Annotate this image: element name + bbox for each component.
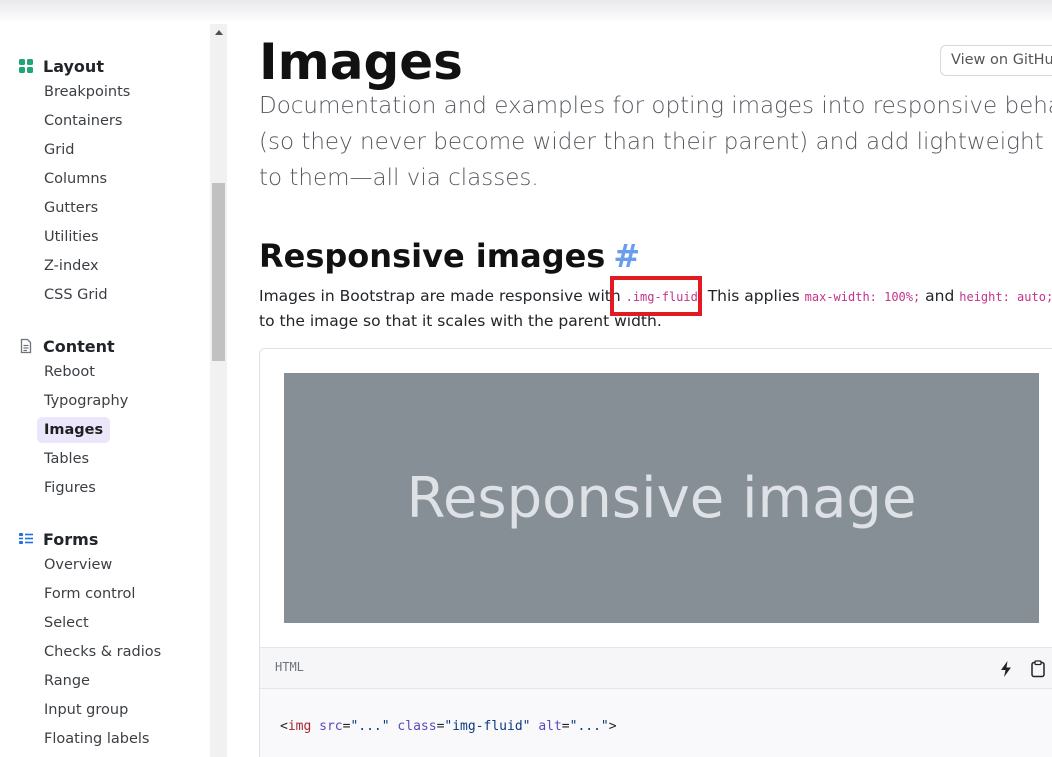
lead-line: (so they never become wider than their p… xyxy=(259,129,1052,155)
code-token-string: "..." xyxy=(350,719,390,734)
sidebar-group-title: Forms xyxy=(43,529,99,549)
sidebar-item-form-control[interactable]: Form control xyxy=(37,581,142,607)
code-toolbar: HTML xyxy=(260,647,1052,689)
sidebar-group-header[interactable]: Layout xyxy=(18,54,104,78)
sidebar-item-images[interactable]: Images xyxy=(37,417,111,443)
list-check-icon xyxy=(18,531,34,547)
example-panel: Responsive image HTML <img src="..." cla… xyxy=(259,348,1052,757)
sidebar-item-tables[interactable]: Tables xyxy=(37,446,96,472)
sidebar-item-grid[interactable]: Grid xyxy=(37,137,81,163)
code-token-attr: class xyxy=(397,719,437,734)
sidebar-item-gutters[interactable]: Gutters xyxy=(37,195,105,221)
sidebar-item-reboot[interactable]: Reboot xyxy=(37,359,102,385)
code-token-attr: src xyxy=(319,719,343,734)
code-token-attr: alt xyxy=(538,719,562,734)
sidebar-item-css-grid[interactable]: CSS Grid xyxy=(37,282,115,308)
lead-line: Documentation and examples for opting im… xyxy=(259,93,1052,119)
paragraph-text: Images in Bootstrap are made responsive … xyxy=(259,287,626,305)
code-token-tag: img xyxy=(287,719,312,734)
sidebar-group-header[interactable]: Content xyxy=(18,334,115,358)
placeholder-label: Responsive image xyxy=(406,465,917,531)
sidebar-item-z-index[interactable]: Z-index xyxy=(37,253,106,279)
page-lead: Documentation and examples for opting im… xyxy=(259,88,1052,196)
paragraph-text: and xyxy=(920,287,960,305)
sidebar-group-title: Layout xyxy=(43,56,104,76)
sidebar-group-header[interactable]: Forms xyxy=(18,527,98,551)
code-language-label: HTML xyxy=(275,660,304,674)
sidebar-item-containers[interactable]: Containers xyxy=(37,108,129,134)
code-token-string: "img-fluid" xyxy=(444,719,531,734)
section-title: Responsive images xyxy=(259,237,606,275)
code-token: < xyxy=(280,719,288,734)
scroll-up-arrow-icon[interactable] xyxy=(210,26,227,40)
sidebar: Layout Breakpoints Containers Grid Colum… xyxy=(0,24,210,757)
sidebar-item-range[interactable]: Range xyxy=(37,668,97,694)
main-content: Images View on GitHub Documentation and … xyxy=(227,24,1052,757)
code-token: > xyxy=(608,719,617,734)
code-block: <img src="..." class="img-fluid" alt="..… xyxy=(260,689,1052,757)
sidebar-item-typography[interactable]: Typography xyxy=(37,388,135,414)
browser-top-shadow xyxy=(0,0,1052,24)
sidebar-item-figures[interactable]: Figures xyxy=(37,475,103,501)
code-token-string: "..." xyxy=(569,719,609,734)
lightning-icon[interactable] xyxy=(996,659,1016,679)
scrollbar-thumb[interactable] xyxy=(212,183,225,361)
sidebar-item-select[interactable]: Select xyxy=(37,610,96,636)
sidebar-item-input-group[interactable]: Input group xyxy=(37,697,135,723)
section-heading: Responsive images # xyxy=(259,236,640,276)
paragraph-text: . This applies xyxy=(697,287,805,305)
section-anchor-link[interactable]: # xyxy=(613,237,640,275)
view-on-github-button[interactable]: View on GitHub xyxy=(940,45,1052,76)
clipboard-icon[interactable] xyxy=(1028,659,1048,679)
sidebar-item-floating-labels[interactable]: Floating labels xyxy=(37,726,156,752)
code-line: <img src="..." class="img-fluid" alt="..… xyxy=(280,719,617,734)
grid-icon xyxy=(18,58,34,74)
page-title: Images xyxy=(259,33,463,91)
sidebar-item-checks-radios[interactable]: Checks & radios xyxy=(37,639,168,665)
responsive-image-placeholder: Responsive image xyxy=(284,373,1039,623)
lead-line: to them—all via classes. xyxy=(259,165,539,191)
document-icon xyxy=(18,338,34,354)
inline-code-height: height: auto; xyxy=(959,290,1052,304)
sidebar-item-columns[interactable]: Columns xyxy=(37,166,114,192)
sidebar-group-title: Content xyxy=(43,336,115,356)
sidebar-item-overview[interactable]: Overview xyxy=(37,552,119,578)
red-highlight-box xyxy=(610,276,702,316)
sidebar-scrollbar[interactable] xyxy=(210,24,227,757)
sidebar-item-breakpoints[interactable]: Breakpoints xyxy=(37,79,137,105)
sidebar-item-utilities[interactable]: Utilities xyxy=(37,224,106,250)
inline-code-max-width: max-width: 100%; xyxy=(804,290,921,304)
